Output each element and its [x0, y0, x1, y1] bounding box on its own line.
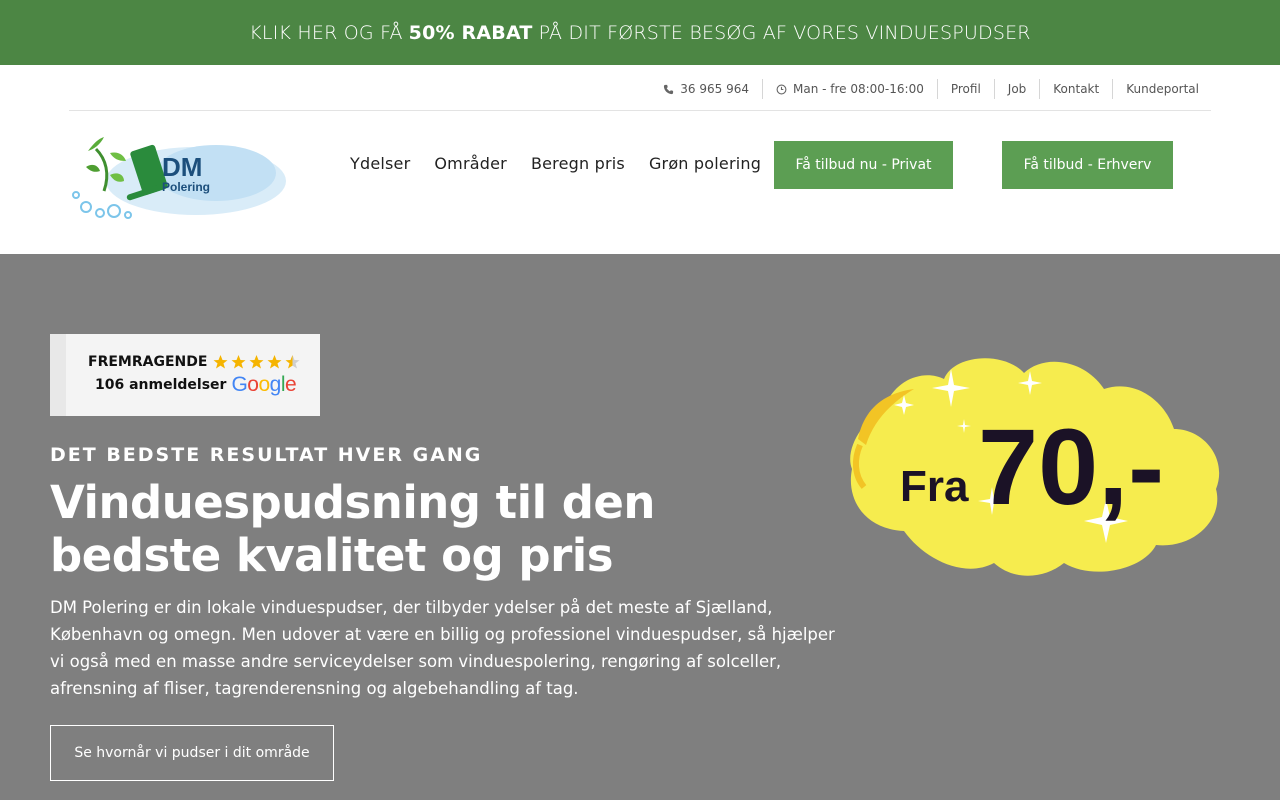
clock-icon — [776, 84, 787, 94]
nav-item-groen-polering[interactable]: Grøn polering — [649, 154, 761, 173]
hero-eyebrow: DET BEDSTE RESULTAT HVER GANG — [50, 444, 483, 466]
hero-title: Vinduespudsning til den bedste kvalitet … — [50, 476, 655, 582]
topbar-link-kundeportal[interactable]: Kundeportal — [1112, 79, 1211, 99]
promo-text-pre: KLIK HER OG FÅ — [249, 21, 403, 44]
topbar-link-profil[interactable]: Profil — [936, 79, 994, 99]
rating-stars — [212, 354, 301, 370]
google-logo-letter: g — [269, 373, 282, 396]
star-icon — [267, 355, 282, 369]
review-rating-label: FREMRAGENDE — [88, 354, 208, 370]
google-logo-letter: o — [258, 373, 270, 396]
star-icon — [231, 355, 246, 369]
opening-hours: Man - fre 08:00-16:00 — [761, 79, 937, 99]
star-icon — [285, 355, 300, 369]
phone-link[interactable]: 36 965 964 — [650, 79, 762, 99]
hero-section: FREMRAGENDE 106 anmeldelser Google DET B… — [0, 254, 1280, 800]
price-badge-graphic: Fra 70,- — [850, 358, 1220, 576]
google-logo-letter: o — [247, 373, 259, 396]
promo-text-post: PÅ DIT FØRSTE BESØG AF VORES VINDUESPUDS… — [538, 21, 1031, 44]
google-logo-letter: G — [231, 373, 248, 396]
company-logo[interactable]: DM Polering — [66, 129, 286, 223]
price-prefix: Fra — [900, 462, 969, 511]
nav-item-omraader[interactable]: Områder — [434, 154, 507, 173]
promo-banner[interactable]: KLIK HER OG FÅ 50% RABAT PÅ DIT FØRSTE B… — [0, 0, 1280, 65]
logo-text-polering: Polering — [162, 180, 211, 194]
google-review-widget[interactable]: FREMRAGENDE 106 anmeldelser Google — [50, 334, 320, 416]
site-header: DM Polering Ydelser Områder Beregn pris … — [0, 111, 1280, 254]
star-icon — [249, 355, 264, 369]
review-count: 106 anmeldelser — [95, 376, 227, 393]
logo-text-dm: DM — [162, 152, 203, 182]
topbar-link-kontakt[interactable]: Kontakt — [1039, 79, 1112, 99]
google-logo: Google — [231, 374, 296, 395]
nav-item-ydelser[interactable]: Ydelser — [350, 154, 410, 173]
nav-item-beregn-pris[interactable]: Beregn pris — [531, 154, 625, 173]
see-schedule-button[interactable]: Se hvornår vi pudser i dit område — [50, 725, 334, 781]
hero-description: DM Polering er din lokale vinduespudser,… — [50, 598, 835, 698]
topbar-link-job[interactable]: Job — [993, 79, 1040, 99]
google-logo-letter: e — [285, 373, 297, 396]
top-utility-bar: 36 965 964 Man - fre 08:00-16:00 Profil … — [0, 65, 1280, 111]
price-amount: 70,- — [978, 406, 1164, 527]
promo-text-discount: 50% RABAT — [408, 21, 533, 44]
opening-hours-text: Man - fre 08:00-16:00 — [792, 82, 924, 96]
price-badge: Fra 70,- — [844, 349, 1224, 584]
quote-business-button[interactable]: Få tilbud - Erhverv — [1002, 141, 1173, 189]
main-navigation: Ydelser Områder Beregn pris Grøn polerin… — [350, 154, 761, 173]
star-icon — [213, 355, 228, 369]
quote-private-button[interactable]: Få tilbud nu - Privat — [774, 141, 953, 189]
phone-icon — [664, 84, 674, 94]
phone-number: 36 965 964 — [680, 82, 749, 96]
